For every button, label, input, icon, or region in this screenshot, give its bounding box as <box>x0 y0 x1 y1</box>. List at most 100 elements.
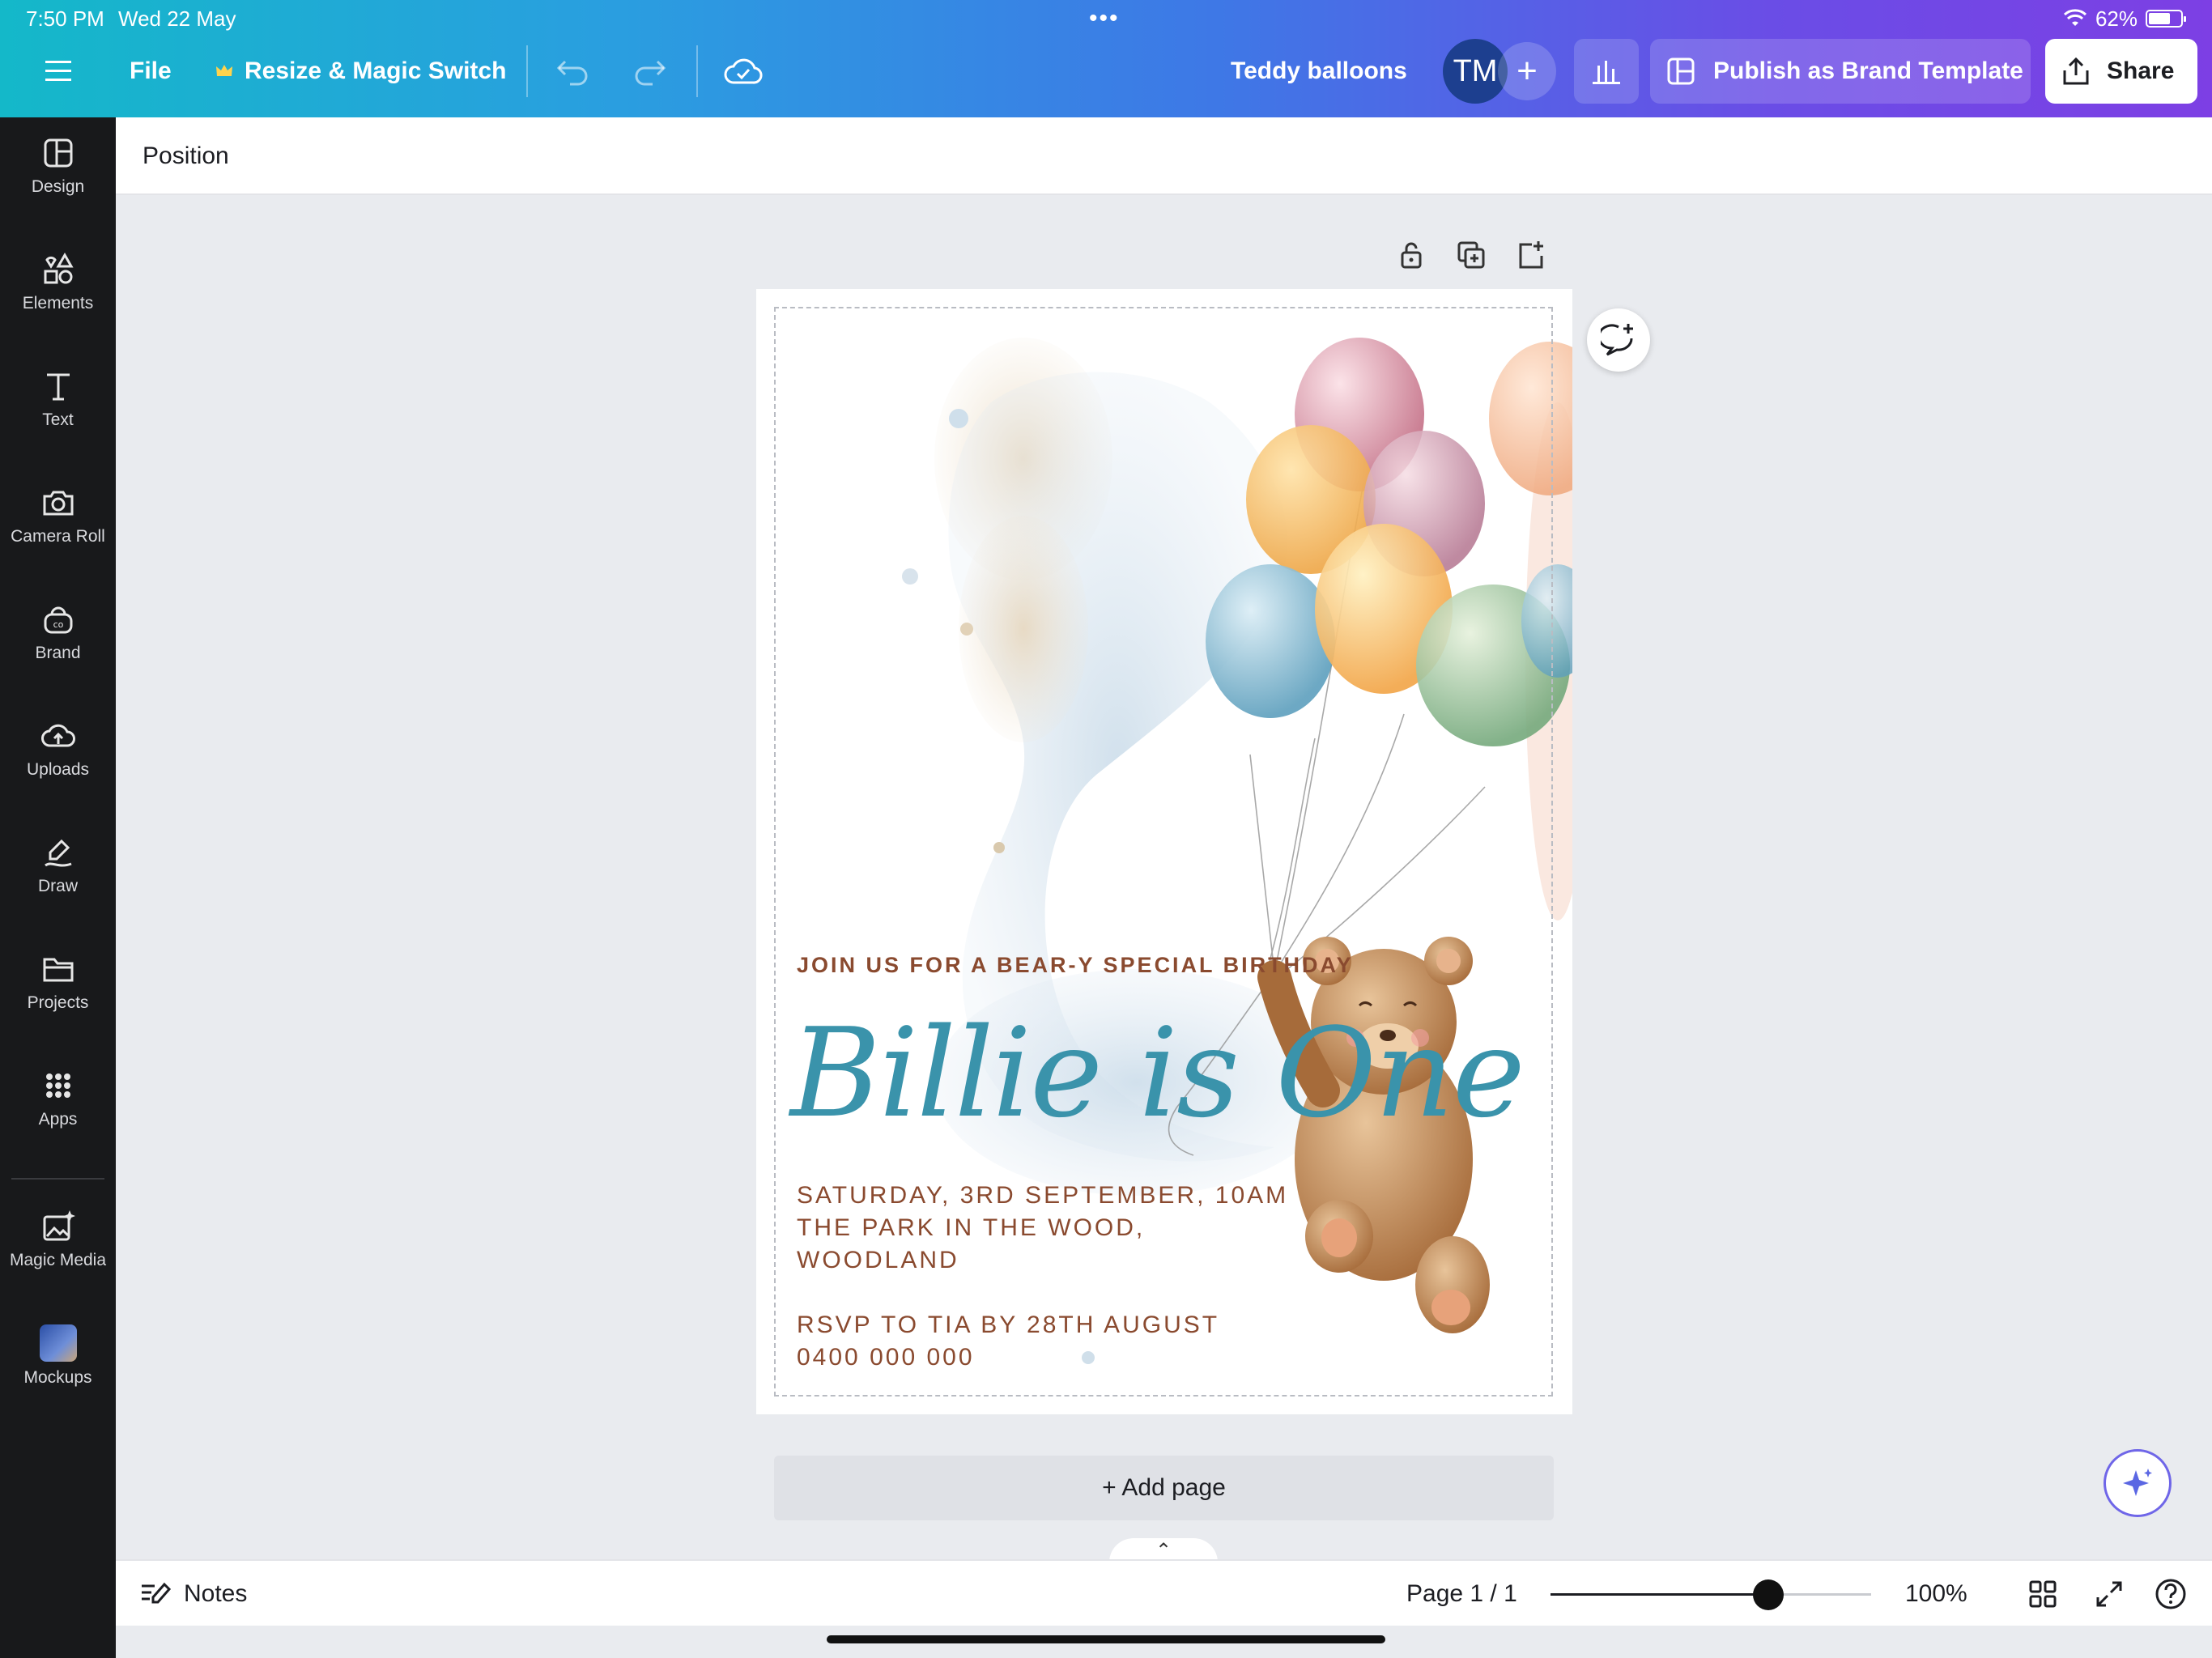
mockups-icon <box>39 1324 77 1362</box>
zoom-slider-fill <box>1551 1593 1769 1596</box>
grid-view-icon <box>2029 1580 2057 1608</box>
svg-text:co: co <box>53 619 63 630</box>
sidebar-item-label: Elements <box>22 294 94 312</box>
add-page-button[interactable]: + Add page <box>774 1456 1554 1520</box>
sidebar-item-mockups[interactable]: Mockups <box>0 1307 116 1405</box>
sidebar-item-draw[interactable]: Draw <box>0 817 116 914</box>
sidebar-item-design[interactable]: Design <box>0 117 116 215</box>
sidebar-item-projects[interactable]: Projects <box>0 933 116 1031</box>
sidebar-item-label: Camera Roll <box>11 527 105 546</box>
sidebar-item-camera-roll[interactable]: Camera Roll <box>0 467 116 564</box>
text-icon <box>46 373 70 401</box>
sidebar-item-label: Mockups <box>23 1368 92 1387</box>
sidebar-item-label: Design <box>31 177 85 196</box>
redo-icon <box>635 60 666 86</box>
editor-toolbar: File Resize & Magic Switch Teddy balloon… <box>0 39 2212 104</box>
publish-brand-template-button[interactable]: Publish as Brand Template <box>1650 39 2031 104</box>
zoom-slider[interactable] <box>1551 1579 1871 1610</box>
sidebar-item-uploads[interactable]: Uploads <box>0 700 116 797</box>
toolbar-divider <box>696 45 698 97</box>
share-label: Share <box>2107 57 2175 84</box>
fullscreen-button[interactable] <box>2095 1561 2124 1627</box>
sidebar-item-magic-media[interactable]: Magic Media <box>0 1191 116 1288</box>
sidebar-item-apps[interactable]: Apps <box>0 1050 116 1147</box>
insights-button[interactable] <box>1574 39 1639 104</box>
comment-plus-icon <box>1601 324 1633 356</box>
resize-label: Resize & Magic Switch <box>245 57 507 84</box>
brand-icon: co <box>44 606 72 634</box>
bottom-bar: Notes Page 1 / 1 100% <box>116 1559 2212 1626</box>
sidebar-item-label: Draw <box>37 877 78 895</box>
share-button[interactable]: Share <box>2045 39 2197 104</box>
rsvp-line: RSVP TO TIA BY 28TH AUGUST <box>797 1312 1220 1338</box>
top-header: 7:50 PM Wed 22 May ••• 62% File Resize &… <box>0 0 2212 117</box>
share-upload-icon <box>2063 57 2089 85</box>
left-sidebar: Design Elements Text Camera Roll co Bran… <box>0 117 116 1658</box>
notes-icon <box>142 1582 171 1604</box>
battery-icon <box>2146 10 2186 28</box>
publish-label: Publish as Brand Template <box>1713 57 2023 84</box>
resize-magic-switch-button[interactable]: Resize & Magic Switch <box>215 39 506 104</box>
design-title[interactable]: Teddy balloons <box>1231 39 1407 104</box>
design-icon <box>44 138 72 168</box>
sidebar-item-label: Magic Media <box>9 1251 107 1269</box>
status-right: 62% <box>2063 0 2186 37</box>
sidebar-item-label: Text <box>42 410 74 429</box>
position-button[interactable]: Position <box>143 117 229 195</box>
notes-label: Notes <box>184 1580 248 1607</box>
help-icon <box>2155 1579 2186 1609</box>
sidebar-item-label: Uploads <box>26 760 90 779</box>
zoom-slider-knob[interactable] <box>1753 1579 1784 1610</box>
draw-icon <box>44 839 72 867</box>
details-line: THE PARK IN THE WOOD, <box>797 1214 1146 1241</box>
wifi-icon <box>2063 9 2087 26</box>
context-toolbar: Position <box>116 117 2212 195</box>
upload-cloud-icon <box>40 724 75 747</box>
save-status-button[interactable] <box>724 39 763 104</box>
lock-icon[interactable] <box>1396 240 1427 270</box>
expand-icon <box>2096 1581 2122 1607</box>
battery-percent: 62% <box>2095 6 2138 31</box>
template-icon <box>1667 57 1695 85</box>
home-indicator[interactable] <box>827 1635 1385 1643</box>
toolbar-divider <box>526 45 528 97</box>
magic-assistant-button[interactable] <box>2104 1449 2172 1517</box>
redo-button[interactable] <box>632 39 667 104</box>
invitation-rsvp[interactable]: RSVP TO TIA BY 28TH AUGUST 0400 000 000 <box>797 1309 1219 1374</box>
sidebar-item-elements[interactable]: Elements <box>0 234 116 331</box>
menu-button[interactable] <box>42 39 74 104</box>
invitation-details[interactable]: SATURDAY, 3RD SEPTEMBER, 10AM THE PARK I… <box>797 1180 1288 1277</box>
add-comment-button[interactable] <box>1587 308 1650 372</box>
invitation-join-line[interactable]: JOIN US FOR A BEAR-Y SPECIAL BIRTHDAY <box>797 953 1354 978</box>
help-button[interactable] <box>2155 1561 2187 1627</box>
details-line: WOODLAND <box>797 1247 959 1273</box>
file-menu-button[interactable]: File <box>130 39 172 104</box>
sparkle-icon <box>2123 1469 2152 1496</box>
design-page[interactable]: JOIN US FOR A BEAR-Y SPECIAL BIRTHDAY Bi… <box>756 289 1572 1414</box>
grid-view-button[interactable] <box>2028 1561 2057 1627</box>
undo-button[interactable] <box>555 39 591 104</box>
hamburger-icon <box>45 61 71 81</box>
undo-icon <box>556 60 588 86</box>
sidebar-item-label: Brand <box>35 644 81 662</box>
apps-grid-icon <box>45 1073 70 1098</box>
invitation-title[interactable]: Billie is One <box>790 1001 1525 1145</box>
elements-icon <box>44 252 74 284</box>
duplicate-page-icon[interactable] <box>1456 240 1487 270</box>
page-tools <box>1396 240 1546 270</box>
sidebar-item-text[interactable]: Text <box>0 351 116 448</box>
zoom-level[interactable]: 100% <box>1905 1561 1967 1627</box>
sidebar-item-label: Projects <box>27 993 89 1012</box>
invite-collaborator-button[interactable]: + <box>1498 42 1556 100</box>
camera-icon <box>43 491 73 516</box>
page-indicator[interactable]: Page 1 / 1 <box>1406 1561 1517 1627</box>
sidebar-item-label: Apps <box>38 1110 78 1129</box>
sidebar-item-brand[interactable]: co Brand <box>0 584 116 681</box>
notes-button[interactable]: Notes <box>140 1561 247 1627</box>
sidebar-divider <box>11 1178 104 1180</box>
multitasking-dots-icon[interactable]: ••• <box>1089 0 1120 37</box>
bar-chart-icon <box>1593 61 1620 84</box>
add-page-icon[interactable] <box>1516 240 1546 270</box>
cloud-check-icon <box>724 58 763 84</box>
status-date: Wed 22 May <box>118 6 236 31</box>
